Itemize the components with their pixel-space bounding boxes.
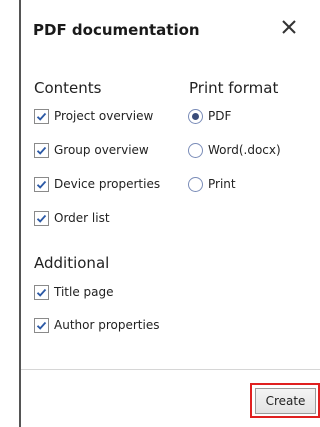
pdf-documentation-dialog: PDF documentation Contents Print format … [19,0,320,427]
contents-heading: Contents [34,79,102,97]
title-page-checkbox[interactable] [34,284,49,300]
pdf-radio[interactable] [188,108,203,124]
close-icon[interactable] [276,14,302,40]
word-docx-radio-label: Word(.docx) [208,143,281,157]
project-overview-label: Project overview [54,109,154,123]
pdf-radio-row[interactable]: PDF [188,106,231,126]
print-radio-label: Print [208,177,236,191]
project-overview-checkbox[interactable] [34,108,49,124]
order-list-label: Order list [54,211,110,225]
group-overview-checkbox-row[interactable]: Group overview [34,140,149,160]
author-properties-checkbox-row[interactable]: Author properties [34,315,159,335]
dialog-header: PDF documentation [21,0,320,64]
footer-divider [21,369,320,370]
device-properties-checkbox-row[interactable]: Device properties [34,174,160,194]
group-overview-checkbox[interactable] [34,142,49,158]
device-properties-label: Device properties [54,177,161,191]
print-format-heading: Print format [189,79,279,97]
pdf-radio-label: PDF [208,109,232,123]
author-properties-checkbox[interactable] [34,317,49,333]
order-list-checkbox[interactable] [34,210,49,226]
group-overview-label: Group overview [54,143,149,157]
device-properties-checkbox[interactable] [34,176,49,192]
additional-heading: Additional [34,254,110,272]
title-page-checkbox-row[interactable]: Title page [34,282,114,302]
author-properties-label: Author properties [54,318,160,332]
create-button-highlight: Create [250,383,320,418]
print-radio-row[interactable]: Print [188,174,236,194]
dialog-title: PDF documentation [33,21,200,39]
print-radio[interactable] [188,176,203,192]
radio-selected-dot [192,112,199,120]
word-docx-radio[interactable] [188,142,203,158]
project-overview-checkbox-row[interactable]: Project overview [34,106,153,126]
title-page-label: Title page [54,285,114,299]
order-list-checkbox-row[interactable]: Order list [34,208,110,228]
create-button[interactable]: Create [255,388,316,414]
word-docx-radio-row[interactable]: Word(.docx) [188,140,281,160]
